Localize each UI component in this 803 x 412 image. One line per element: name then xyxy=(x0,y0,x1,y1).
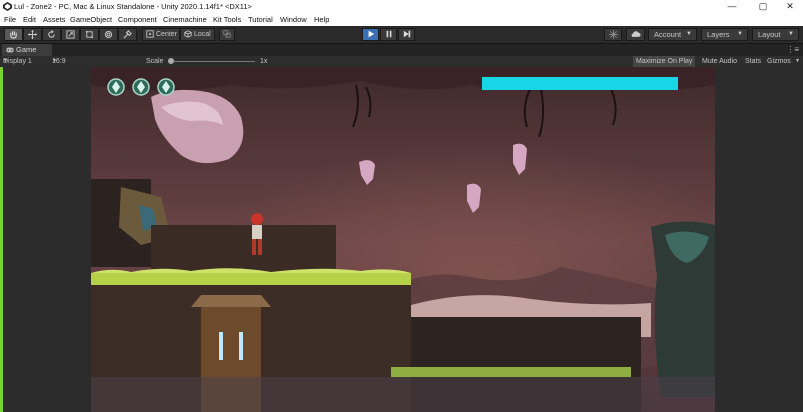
menu-gameobject[interactable]: GameObject xyxy=(70,13,112,26)
move-tool-button[interactable] xyxy=(23,28,42,41)
layout-dropdown[interactable]: Layout ▼ xyxy=(752,28,799,41)
menu-help[interactable]: Help xyxy=(314,13,329,26)
main-toolbar: Center Local Account ▼ Layers ▼ Layout ▼ xyxy=(0,26,803,44)
rotate-tool-button[interactable] xyxy=(42,28,61,41)
menu-assets[interactable]: Assets xyxy=(43,13,66,26)
menu-component[interactable]: Component xyxy=(118,13,157,26)
chevron-down-icon[interactable]: ▼ xyxy=(795,56,800,67)
services-button[interactable] xyxy=(604,28,622,41)
scale-value: 1x xyxy=(260,58,268,65)
title-bar: Lul - Zone2 - PC, Mac & Linux Standalone… xyxy=(0,0,803,13)
pivot-icon xyxy=(146,30,154,38)
pillar-light xyxy=(239,332,243,360)
gamepad-icon xyxy=(6,47,14,53)
stone-block xyxy=(151,225,336,275)
pillar-light xyxy=(219,332,223,360)
menu-cinemachine[interactable]: Cinemachine xyxy=(163,13,207,26)
rotate-icon xyxy=(48,30,55,38)
rect-tool-button[interactable] xyxy=(80,28,99,41)
unity-editor-window: Lul - Zone2 - PC, Mac & Linux Standalone… xyxy=(0,0,803,412)
cloud-icon xyxy=(631,31,641,37)
scale-slider-handle[interactable] xyxy=(168,58,174,64)
health-bar-fill xyxy=(482,77,678,90)
tab-game-label: Game xyxy=(16,45,37,54)
tab-menu-icon[interactable]: ⋮≡ xyxy=(786,44,799,56)
chevron-down-icon: ▼ xyxy=(737,31,743,37)
play-button[interactable] xyxy=(362,28,379,41)
menu-file[interactable]: File xyxy=(4,13,16,26)
grid-snap-icon xyxy=(223,30,231,38)
game-view-toolbar: Display 1 ▼ 16:9 ▼ Scale 1x Maximize On … xyxy=(0,56,803,67)
health-bar xyxy=(482,77,678,90)
cube-icon xyxy=(184,30,192,38)
scale-icon xyxy=(66,30,75,39)
window-title: Lul - Zone2 - PC, Mac & Linux Standalone… xyxy=(14,2,252,11)
game-scene[interactable] xyxy=(91,67,715,412)
step-button[interactable] xyxy=(398,28,415,41)
hand-icon xyxy=(10,31,17,39)
pivot-center-toggle[interactable]: Center xyxy=(142,28,180,41)
window-edge xyxy=(0,67,3,412)
space-label: Local xyxy=(194,31,211,38)
grid-snap-button[interactable] xyxy=(219,28,235,41)
account-label: Account xyxy=(654,30,682,39)
move-arrows-icon xyxy=(28,30,37,39)
gizmos-toggle[interactable]: Gizmos xyxy=(767,56,791,67)
chevron-down-icon: ▼ xyxy=(52,58,57,64)
transform-icon xyxy=(104,30,113,39)
pause-button[interactable] xyxy=(380,28,397,41)
rect-tool-icon xyxy=(85,30,94,39)
account-dropdown[interactable]: Account ▼ xyxy=(648,28,697,41)
hud-lives xyxy=(107,78,175,96)
lower-grass xyxy=(391,367,631,377)
layers-label: Layers xyxy=(707,30,730,39)
life-orb-icon xyxy=(107,78,125,96)
life-orb-icon xyxy=(132,78,150,96)
minimize-button[interactable]: — xyxy=(719,0,745,13)
scale-tool-button[interactable] xyxy=(61,28,80,41)
wrench-icon xyxy=(123,30,132,39)
menu-kit-tools[interactable]: Kit Tools xyxy=(213,13,241,26)
pivot-label: Center xyxy=(156,31,178,38)
layout-label: Layout xyxy=(758,30,781,39)
scene-canvas xyxy=(91,67,715,412)
menu-window[interactable]: Window xyxy=(280,13,307,26)
chevron-down-icon: ▼ xyxy=(788,31,794,37)
play-icon xyxy=(368,30,374,38)
scale-label: Scale xyxy=(146,58,164,65)
tab-bar: Game ⋮≡ xyxy=(0,44,803,56)
menu-edit[interactable]: Edit xyxy=(23,13,36,26)
pillar-cap xyxy=(191,295,271,307)
menu-tutorial[interactable]: Tutorial xyxy=(248,13,273,26)
tab-game[interactable]: Game xyxy=(2,44,52,56)
transform-tool-button[interactable] xyxy=(99,28,118,41)
mute-audio-toggle[interactable]: Mute Audio xyxy=(702,56,737,67)
collab-button[interactable] xyxy=(626,28,645,41)
stats-toggle[interactable]: Stats xyxy=(745,56,761,67)
scale-slider-track[interactable] xyxy=(170,61,255,62)
pause-icon xyxy=(386,30,391,38)
grass-platform xyxy=(91,273,411,285)
sparkle-icon xyxy=(608,30,618,39)
custom-tool-button[interactable] xyxy=(118,28,137,41)
layers-dropdown[interactable]: Layers ▼ xyxy=(701,28,748,41)
chevron-down-icon: ▼ xyxy=(3,58,8,64)
hand-tool-button[interactable] xyxy=(4,28,23,41)
maximize-on-play-toggle[interactable]: Maximize On Play xyxy=(633,56,696,67)
maximize-button[interactable]: ▢ xyxy=(750,0,776,13)
unity-logo-icon xyxy=(3,2,12,11)
pivot-space-toggle[interactable]: Local xyxy=(180,28,215,41)
life-orb-icon xyxy=(157,78,175,96)
bottom-fog xyxy=(91,377,715,412)
chevron-down-icon: ▼ xyxy=(686,31,692,37)
close-button[interactable]: ✕ xyxy=(777,0,803,13)
step-icon xyxy=(403,30,410,38)
menu-bar: File Edit Assets GameObject Component Ci… xyxy=(0,13,803,26)
